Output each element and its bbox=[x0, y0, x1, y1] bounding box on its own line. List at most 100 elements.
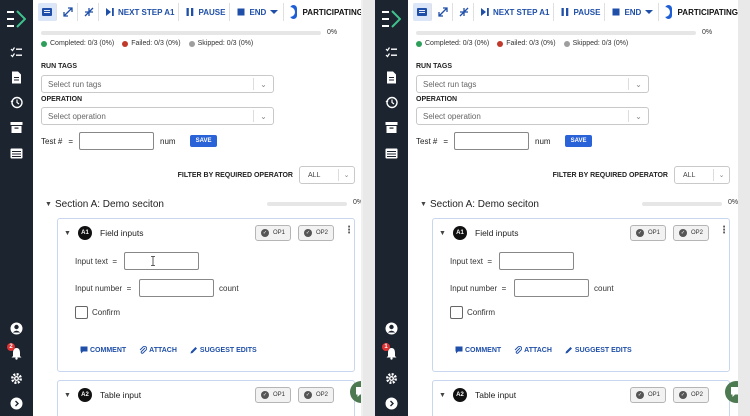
op2-button[interactable]: ✓ OP2 bbox=[673, 225, 710, 241]
step-actions: COMMENT ATTACH SUGGEST EDITS bbox=[455, 346, 632, 354]
completed-stat: Completed: 0/3 (0%) bbox=[41, 40, 114, 47]
document-icon[interactable] bbox=[384, 70, 399, 84]
logo-icon[interactable] bbox=[7, 10, 26, 28]
step-more-icon[interactable]: ⋮ bbox=[719, 225, 729, 236]
archive-icon[interactable] bbox=[384, 120, 399, 134]
input-number-field[interactable] bbox=[139, 279, 214, 297]
pencil-icon bbox=[190, 347, 197, 354]
operation-label: OPERATION bbox=[416, 96, 458, 103]
list-icon[interactable] bbox=[384, 146, 399, 160]
list-view-button[interactable] bbox=[413, 3, 432, 21]
num-unit: num bbox=[160, 136, 176, 146]
failed-text: Failed: 0/3 (0%) bbox=[131, 40, 181, 47]
input-text-label: Input text = bbox=[450, 257, 493, 266]
archive-icon[interactable] bbox=[9, 120, 24, 134]
op1-button[interactable]: ✓ OP1 bbox=[255, 387, 292, 403]
skipped-text: Skipped: 0/3 (0%) bbox=[572, 40, 629, 47]
operator-filter-select[interactable]: ALL ⌄ bbox=[674, 166, 730, 184]
caret-down-icon[interactable]: ▼ bbox=[420, 201, 430, 208]
collapse-button[interactable] bbox=[455, 3, 474, 21]
caret-down-icon[interactable]: ▼ bbox=[64, 392, 74, 399]
filter-label: FILTER BY REQUIRED OPERATOR bbox=[552, 171, 668, 179]
chevron-right-icon[interactable] bbox=[384, 396, 399, 410]
check-icon: ✓ bbox=[636, 391, 644, 399]
logo-icon[interactable] bbox=[382, 10, 401, 28]
input-number-field[interactable] bbox=[514, 279, 589, 297]
expand-button[interactable] bbox=[59, 3, 78, 21]
suggest-edits-button[interactable]: SUGGEST EDITS bbox=[565, 346, 632, 354]
run-tags-select[interactable]: Select run tags ⌄ bbox=[416, 75, 649, 93]
user-icon[interactable] bbox=[9, 321, 24, 335]
run-toolbar: NEXT STEP A1 PAUSE END PARTICIPATING bbox=[33, 0, 363, 24]
stop-icon bbox=[612, 8, 620, 16]
suggest-edits-button[interactable]: SUGGEST EDITS bbox=[190, 346, 257, 354]
gear-icon[interactable] bbox=[384, 371, 399, 385]
checklist-icon[interactable] bbox=[9, 45, 24, 59]
user-icon[interactable] bbox=[384, 321, 399, 335]
run-tags-label: RUN TAGS bbox=[41, 63, 78, 70]
operation-select[interactable]: Select operation ⌄ bbox=[41, 107, 274, 125]
caret-down-icon[interactable]: ▼ bbox=[439, 230, 449, 237]
caret-down-icon[interactable]: ▼ bbox=[45, 201, 55, 208]
run-tags-label: RUN TAGS bbox=[416, 63, 453, 70]
test-number-input[interactable] bbox=[454, 132, 530, 150]
list-view-button[interactable] bbox=[38, 3, 57, 21]
participating-toggle[interactable] bbox=[284, 5, 297, 19]
bell-icon[interactable]: 2 bbox=[7, 343, 24, 360]
sidebar: 2 bbox=[0, 0, 33, 416]
chevron-down-icon: ⌄ bbox=[338, 169, 354, 181]
step-badge: A1 bbox=[78, 226, 92, 240]
bell-icon[interactable]: 1 bbox=[382, 343, 399, 360]
attach-button[interactable]: ATTACH bbox=[514, 346, 552, 354]
caret-down-icon[interactable]: ▼ bbox=[439, 392, 449, 399]
chevron-down-icon: ⌄ bbox=[628, 78, 648, 90]
op2-button[interactable]: ✓ OP2 bbox=[298, 225, 335, 241]
document-icon[interactable] bbox=[9, 70, 24, 84]
next-step-button[interactable]: NEXT STEP A1 bbox=[476, 3, 555, 21]
run-tags-select[interactable]: Select run tags ⌄ bbox=[41, 75, 274, 93]
confirm-checkbox[interactable] bbox=[450, 306, 463, 319]
caret-down-icon[interactable]: ▼ bbox=[64, 230, 74, 237]
op2-button[interactable]: ✓ OP2 bbox=[298, 387, 335, 403]
collapse-button[interactable] bbox=[80, 3, 99, 21]
operation-select[interactable]: Select operation ⌄ bbox=[416, 107, 649, 125]
participating-toggle[interactable] bbox=[659, 5, 672, 19]
gear-icon[interactable] bbox=[9, 371, 24, 385]
operator-filter-select[interactable]: ALL ⌄ bbox=[299, 166, 355, 184]
section-header[interactable]: ▼ Section A: Demo seciton 0% bbox=[45, 196, 363, 212]
end-button[interactable]: END bbox=[232, 3, 285, 21]
confirm-checkbox[interactable] bbox=[75, 306, 88, 319]
scrollbar[interactable] bbox=[361, 0, 363, 416]
pause-button[interactable]: PAUSE bbox=[556, 3, 606, 21]
section-header[interactable]: ▼ Section A: Demo seciton 0% bbox=[420, 196, 738, 212]
comment-button[interactable]: COMMENT bbox=[80, 346, 126, 354]
check-icon: ✓ bbox=[261, 391, 269, 399]
input-text-field[interactable] bbox=[499, 252, 574, 270]
equals-sign: = bbox=[68, 136, 74, 146]
op1-button[interactable]: ✓ OP1 bbox=[255, 225, 292, 241]
attach-button[interactable]: ATTACH bbox=[139, 346, 177, 354]
skipped-text: Skipped: 0/3 (0%) bbox=[197, 40, 254, 47]
end-button[interactable]: END bbox=[607, 3, 660, 21]
checklist-icon[interactable] bbox=[384, 45, 399, 59]
next-step-button[interactable]: NEXT STEP A1 bbox=[101, 3, 180, 21]
save-button[interactable]: SAVE bbox=[189, 135, 218, 147]
history-icon[interactable] bbox=[384, 95, 399, 109]
operation-label: OPERATION bbox=[41, 96, 83, 103]
op2-button[interactable]: ✓ OP2 bbox=[673, 387, 710, 403]
op1-button[interactable]: ✓ OP1 bbox=[630, 387, 667, 403]
test-number-input[interactable] bbox=[79, 132, 155, 150]
comment-button[interactable]: COMMENT bbox=[455, 346, 501, 354]
chevron-right-icon[interactable] bbox=[9, 396, 24, 410]
section-more-icon[interactable]: ⋮ bbox=[737, 197, 738, 208]
save-button[interactable]: SAVE bbox=[564, 135, 593, 147]
expand-button[interactable] bbox=[434, 3, 453, 21]
pause-button[interactable]: PAUSE bbox=[181, 3, 231, 21]
step-header: ▼ A2 Table input ✓ OP1 ✓ OP2 bbox=[433, 381, 729, 409]
step-more-icon[interactable]: ⋮ bbox=[344, 225, 354, 236]
procedure-pane-left: 2 NEXT STEP A1 PAUSE END PARTICIPATING 0… bbox=[0, 0, 375, 416]
history-icon[interactable] bbox=[9, 95, 24, 109]
input-text-field[interactable] bbox=[124, 252, 199, 270]
op1-button[interactable]: ✓ OP1 bbox=[630, 225, 667, 241]
list-icon[interactable] bbox=[9, 146, 24, 160]
